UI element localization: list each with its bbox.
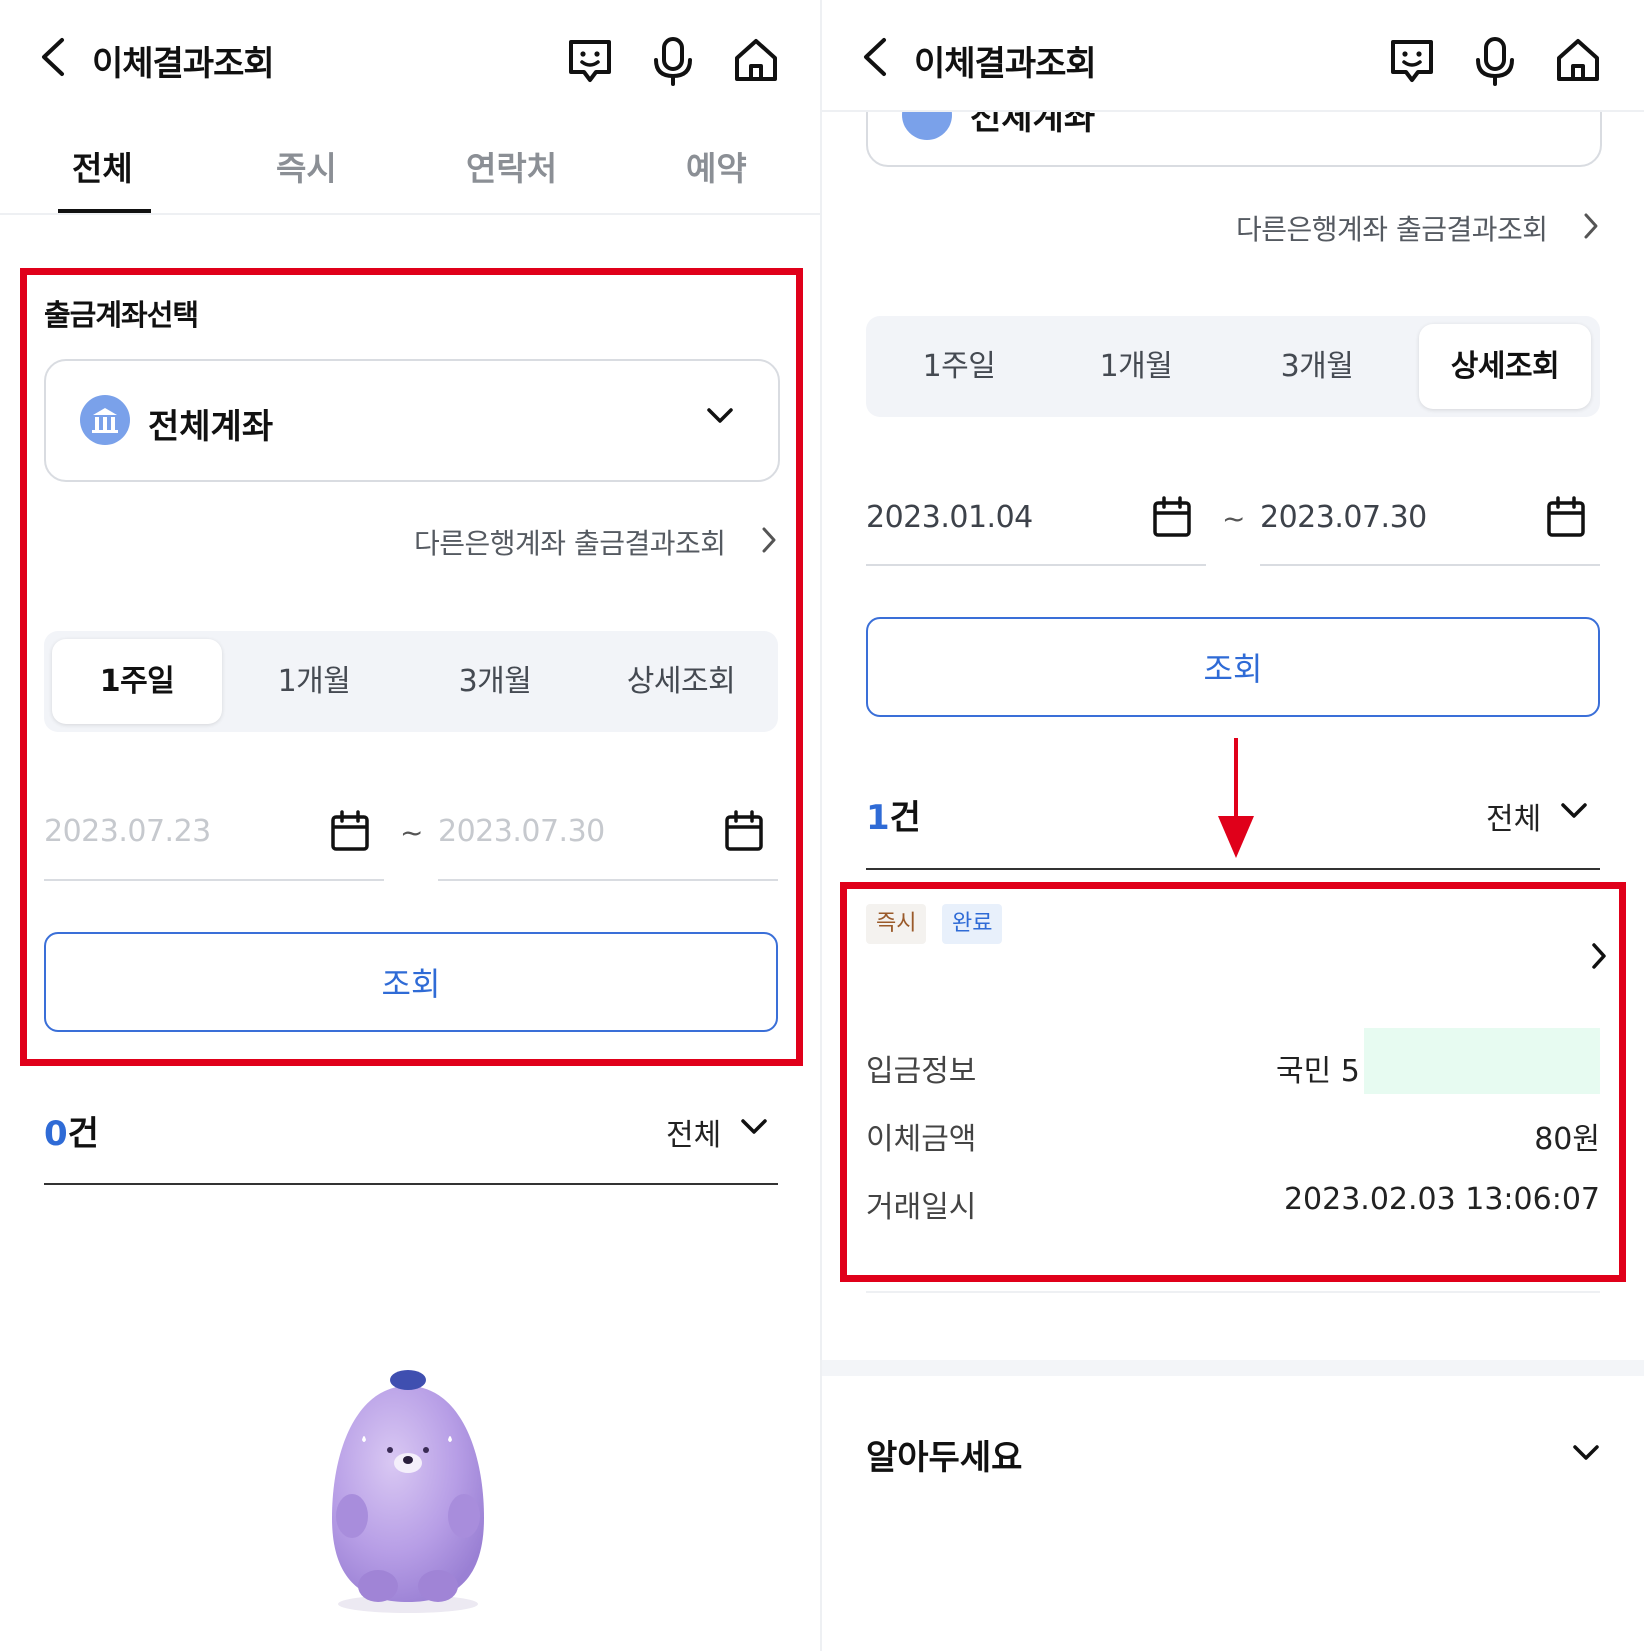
search-button[interactable]: 조회: [866, 617, 1600, 717]
bank-icon: [80, 395, 130, 445]
account-selector[interactable]: 전체계좌: [44, 359, 780, 482]
date-to-input[interactable]: 2023.07.30: [1260, 500, 1427, 535]
result-count: 0건: [44, 1106, 99, 1155]
mascot-illustration: [318, 1368, 498, 1616]
other-bank-link[interactable]: 다른은행계좌 출금결과조회: [414, 522, 726, 562]
date-from-input[interactable]: 2023.07.23: [44, 814, 211, 849]
chevron-down-icon: [706, 407, 734, 425]
date-from-input[interactable]: 2023.01.04: [866, 500, 1033, 535]
result-count: 1건: [866, 790, 921, 839]
date-to-input[interactable]: 2023.07.30: [438, 814, 605, 849]
calendar-icon[interactable]: [1152, 496, 1192, 538]
period-selector: 1주일 1개월 3개월 상세조회: [44, 631, 778, 732]
period-detail[interactable]: 상세조회: [1419, 324, 1591, 409]
section-separator: [822, 1360, 1644, 1376]
transaction-time-label: 거래일시: [866, 1190, 977, 1225]
period-1month[interactable]: 1개월: [1051, 324, 1221, 409]
transfer-amount-value: 80원: [1534, 1122, 1600, 1157]
result-item[interactable]: 즉시 완료 입금정보 국민 5 이체금액 80원 거래일시 2023.02.03…: [866, 904, 1606, 1264]
home-icon[interactable]: [732, 36, 780, 84]
item-divider: [866, 1291, 1600, 1293]
red-down-arrow-icon: [1214, 736, 1258, 860]
chevron-down-icon[interactable]: [1560, 802, 1588, 820]
transaction-time-value: 2023.02.03 13:06:07: [1283, 1182, 1600, 1217]
date-from-underline: [866, 564, 1206, 566]
calendar-icon[interactable]: [330, 810, 370, 852]
deposit-info-label: 입금정보: [866, 1054, 977, 1089]
microphone-icon[interactable]: [1472, 36, 1518, 86]
chatbot-icon[interactable]: [566, 38, 614, 84]
period-1month[interactable]: 1개월: [229, 639, 399, 724]
list-divider: [866, 868, 1600, 870]
list-divider: [44, 1183, 778, 1185]
notice-title[interactable]: 알아두세요: [866, 1430, 1022, 1479]
section-label: 출금계좌선택: [44, 298, 199, 332]
date-range-tilde: ~: [1222, 502, 1246, 535]
filter-dropdown[interactable]: 전체: [666, 1110, 721, 1154]
date-to-underline: [1260, 564, 1600, 566]
calendar-icon[interactable]: [724, 810, 764, 852]
transfer-amount-label: 이체금액: [866, 1122, 977, 1157]
period-selector: 1주일 1개월 3개월 상세조회: [866, 316, 1600, 417]
back-arrow-icon[interactable]: [858, 36, 892, 78]
tab-all[interactable]: 전체: [72, 142, 133, 190]
tag-instant: 즉시: [866, 904, 927, 944]
page-title: 이체결과조회: [914, 44, 1097, 84]
account-name: 전체계좌: [148, 407, 274, 447]
chevron-right-icon[interactable]: [760, 526, 778, 554]
left-screen: 이체결과조회 전체 즉시 연락처 예약 출금계좌선택 전체계좌 다른은행계좌 출…: [0, 0, 822, 1651]
other-bank-link[interactable]: 다른은행계좌 출금결과조회: [1236, 208, 1548, 248]
microphone-icon[interactable]: [650, 36, 696, 86]
masked-account: [1364, 1028, 1600, 1094]
period-detail[interactable]: 상세조회: [591, 639, 771, 724]
chevron-right-icon[interactable]: [1590, 942, 1608, 970]
chevron-right-icon[interactable]: [1582, 212, 1600, 240]
result-count-unit: 건: [889, 798, 921, 838]
tab-divider: [0, 213, 822, 215]
tab-contact[interactable]: 연락처: [466, 142, 557, 190]
date-from-underline: [44, 879, 384, 881]
period-1week[interactable]: 1주일: [52, 639, 222, 724]
tag-complete: 완료: [942, 904, 1003, 944]
right-screen: 전체계좌 이체결과조회 다른은행계좌 출금결과조회 1주일 1개월 3개월 상세…: [822, 0, 1644, 1651]
period-3month[interactable]: 3개월: [1232, 324, 1402, 409]
back-arrow-icon[interactable]: [36, 36, 70, 78]
page-title: 이체결과조회: [92, 44, 275, 84]
calendar-icon[interactable]: [1546, 496, 1586, 538]
period-1week[interactable]: 1주일: [874, 324, 1044, 409]
tab-reserved[interactable]: 예약: [686, 142, 747, 190]
search-button[interactable]: 조회: [44, 932, 778, 1032]
date-to-underline: [438, 879, 778, 881]
filter-dropdown[interactable]: 전체: [1486, 794, 1541, 838]
date-range-tilde: ~: [400, 816, 424, 849]
chatbot-icon[interactable]: [1388, 38, 1436, 84]
home-icon[interactable]: [1554, 36, 1602, 84]
chevron-down-icon[interactable]: [1572, 1444, 1600, 1462]
result-count-number: 1: [866, 798, 890, 838]
header-divider: [822, 110, 1644, 112]
deposit-info-value: 국민 5: [1276, 1054, 1360, 1089]
period-3month[interactable]: 3개월: [410, 639, 580, 724]
result-count-number: 0: [44, 1114, 68, 1154]
tab-instant[interactable]: 즉시: [276, 142, 337, 190]
result-count-unit: 건: [67, 1114, 99, 1154]
chevron-down-icon[interactable]: [740, 1118, 768, 1136]
